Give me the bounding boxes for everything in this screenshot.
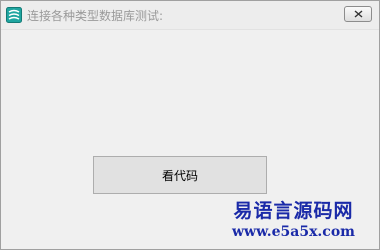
watermark: 易语言源码网 www.e5a5x.com [206, 199, 380, 241]
watermark-site-name: 易语言源码网 [233, 200, 354, 222]
window-title: 连接各种类型数据库测试: [27, 9, 164, 23]
close-icon [354, 10, 363, 18]
dialog-window: 连接各种类型数据库测试: 看代码 易语言源码网 www.e5a5x.com [0, 0, 380, 250]
close-button[interactable] [344, 6, 372, 22]
title-bar[interactable]: 连接各种类型数据库测试: [1, 1, 379, 30]
view-code-button[interactable]: 看代码 [93, 156, 267, 194]
app-icon [6, 7, 22, 23]
watermark-url: www.e5a5x.com [232, 224, 355, 240]
